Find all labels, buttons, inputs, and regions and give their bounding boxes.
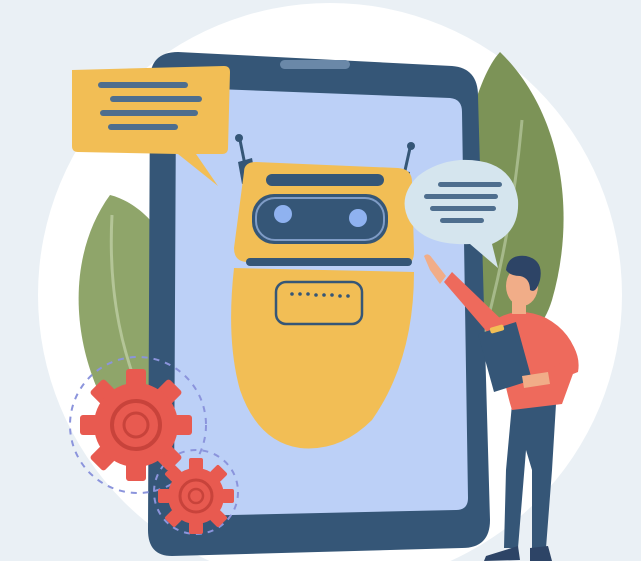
robot-visor bbox=[252, 194, 388, 244]
chatbot-illustration bbox=[0, 0, 641, 561]
gear-icon bbox=[80, 369, 192, 481]
illustration-canvas bbox=[38, 3, 622, 561]
gear-icon bbox=[158, 458, 234, 534]
phone-speaker bbox=[280, 60, 350, 69]
robot-eye bbox=[349, 209, 367, 227]
robot-eye bbox=[274, 205, 292, 223]
